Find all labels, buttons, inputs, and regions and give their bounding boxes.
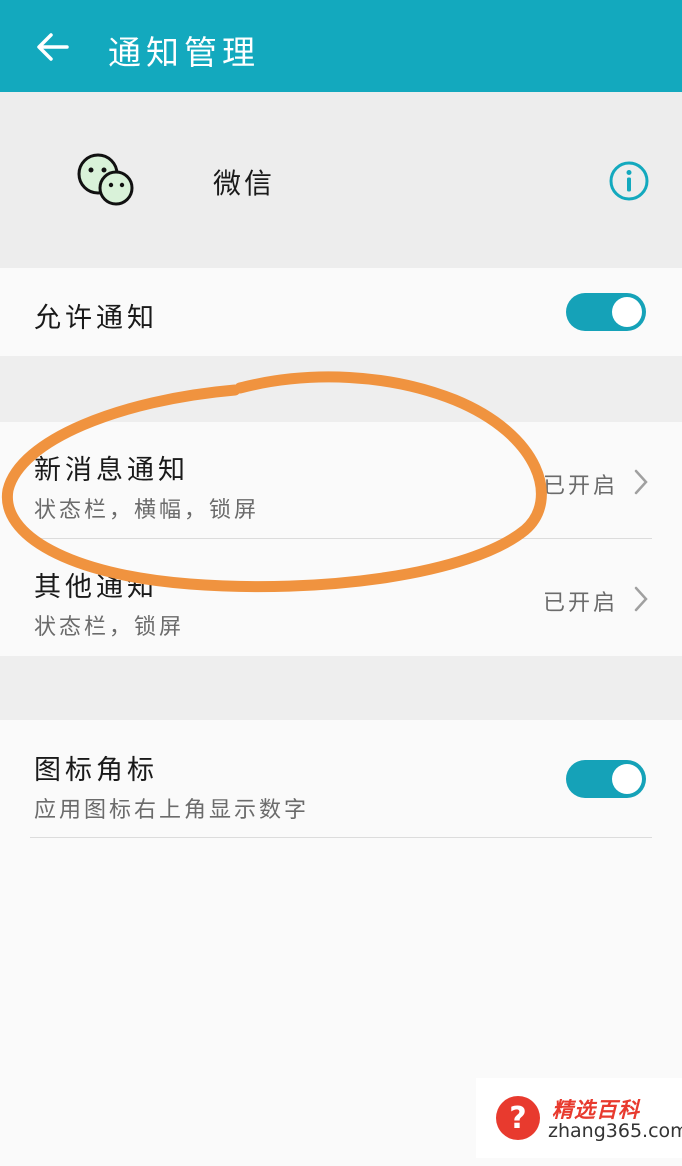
back-button[interactable] [30,24,76,70]
chevron-right-icon [634,586,648,612]
chevron-right-icon [634,469,648,495]
icon-badge-subtitle: 应用图标右上角显示数字 [34,798,310,823]
app-bar: 通知管理 [0,0,682,92]
toggle-knob [612,297,642,327]
section-gap [0,356,682,422]
other-notification-subtitle: 状态栏，锁屏 [34,615,185,640]
allow-notifications-label: 允许通知 [34,303,158,334]
allow-notifications-toggle[interactable] [566,293,646,331]
wechat-icon [77,153,134,206]
app-name: 微信 [213,167,276,200]
question-mark-icon: ? [496,1096,540,1140]
new-message-notification-subtitle: 状态栏，横幅，锁屏 [34,498,260,523]
notification-settings-section: 新消息通知 状态栏，横幅，锁屏 已开启 其他通知 状态栏，锁屏 已开启 [0,422,682,656]
divider [30,837,652,838]
other-notification-label: 其他通知 [34,572,158,603]
app-info-row: 微信 [0,92,682,268]
watermark-logo: ? 精选百科 zhang365.com [476,1078,682,1158]
allow-notifications-row: 允许通知 [0,268,682,356]
toggle-knob [612,764,642,794]
new-message-notification-label: 新消息通知 [34,455,189,486]
back-arrow-icon [37,33,69,61]
info-icon[interactable] [608,160,650,202]
section-gap [0,656,682,720]
icon-badge-toggle[interactable] [566,760,646,798]
new-message-notification-item[interactable]: 新消息通知 状态栏，横幅，锁屏 已开启 [0,422,682,539]
new-message-notification-status: 已开启 [542,474,618,499]
other-notification-item[interactable]: 其他通知 状态栏，锁屏 已开启 [0,539,682,656]
watermark-url: zhang365.com [548,1120,682,1142]
other-notification-status: 已开启 [542,591,618,616]
icon-badge-label: 图标角标 [34,755,158,786]
page-title: 通知管理 [108,33,260,72]
